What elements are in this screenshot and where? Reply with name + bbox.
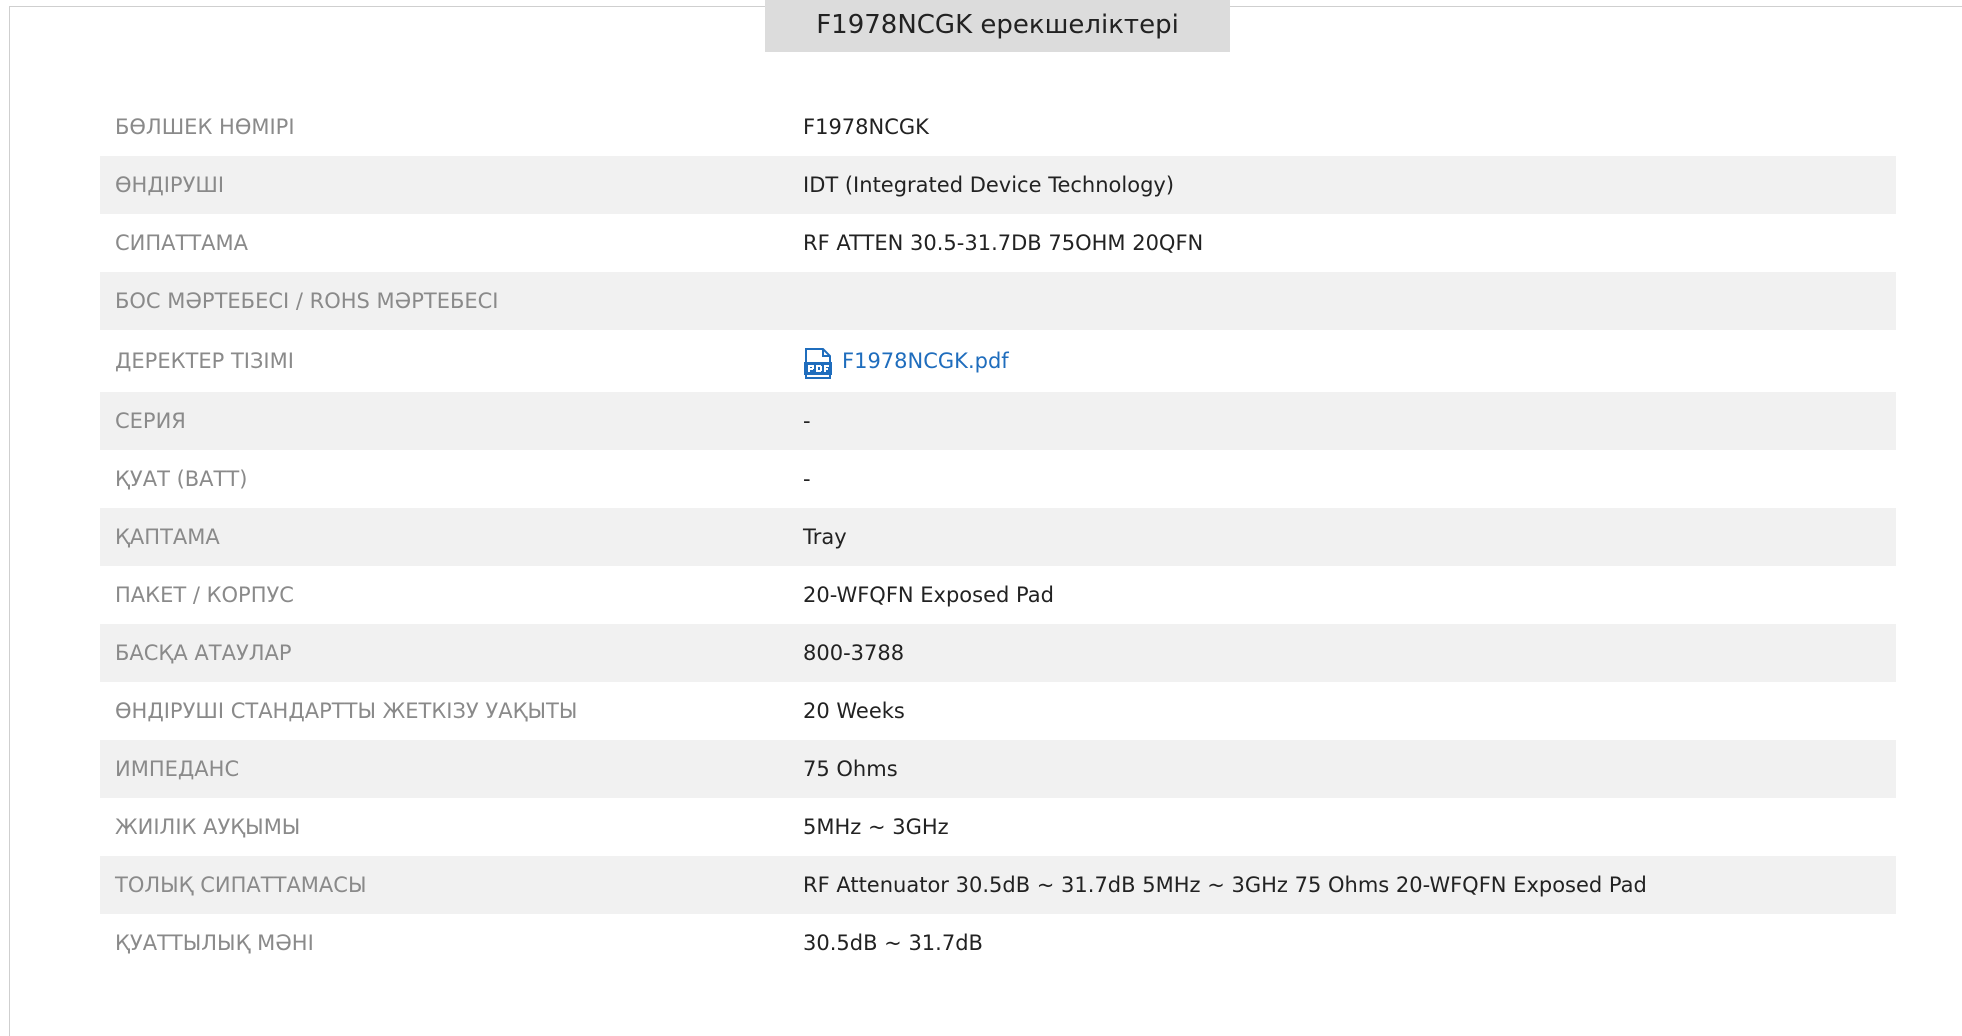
spec-label: ӨНДІРУШІ СТАНДАРТТЫ ЖЕТКІЗУ УАҚЫТЫ xyxy=(115,699,578,723)
spec-value: F1978NCGK xyxy=(803,115,929,139)
spec-row-package-case: ПАКЕТ / КОРПУС 20-WFQFN Exposed Pad xyxy=(100,566,1896,624)
spec-label: ҚУАТ (ВАТТ) xyxy=(115,467,248,491)
spec-label: СИПАТТАМА xyxy=(115,231,249,255)
spec-label: ИМПЕДАНС xyxy=(115,757,240,781)
spec-label: ҚУАТТЫЛЫҚ МӘНІ xyxy=(115,931,314,955)
spec-value: 5MHz ~ 3GHz xyxy=(803,815,949,839)
spec-row-attenuation-value: ҚУАТТЫЛЫҚ МӘНІ 30.5dB ~ 31.7dB xyxy=(100,914,1896,972)
spec-label: ТОЛЫҚ СИПАТТАМАСЫ xyxy=(115,873,367,897)
pdf-icon xyxy=(803,347,833,379)
spec-label: ПАКЕТ / КОРПУС xyxy=(115,583,294,607)
spec-row-datasheet: ДЕРЕКТЕР ТІЗІМІ F1978NCGK.pdf xyxy=(100,330,1896,392)
spec-label: СЕРИЯ xyxy=(115,409,186,433)
datasheet-link[interactable]: F1978NCGK.pdf xyxy=(803,346,1009,379)
spec-value: RF ATTEN 30.5-31.7DB 75OHM 20QFN xyxy=(803,231,1204,255)
spec-row-packaging: ҚАПТАМА Tray xyxy=(100,508,1896,566)
spec-label: БАСҚА АТАУЛАР xyxy=(115,641,292,665)
specs-panel: F1978NCGK ерекшеліктері БӨЛШЕК НӨМІРІ F1… xyxy=(9,0,1962,1036)
spec-row-full-description: ТОЛЫҚ СИПАТТАМАСЫ RF Attenuator 30.5dB ~… xyxy=(100,856,1896,914)
spec-label: ӨНДІРУШІ xyxy=(115,173,225,197)
spec-value: F1978NCGK.pdf xyxy=(803,346,1896,379)
spec-label: БОС МӘРТЕБЕСІ / ROHS МӘРТЕБЕСІ xyxy=(115,289,499,313)
spec-row-part-number: БӨЛШЕК НӨМІРІ F1978NCGK xyxy=(100,98,1896,156)
spec-label: БӨЛШЕК НӨМІРІ xyxy=(115,115,295,139)
spec-value: 20-WFQFN Exposed Pad xyxy=(803,583,1054,607)
spec-value: Tray xyxy=(803,525,847,549)
spec-value: 800-3788 xyxy=(803,641,905,665)
datasheet-link-label: F1978NCGK.pdf xyxy=(842,349,1009,373)
spec-value: 75 Ohms xyxy=(803,757,898,781)
spec-label: ЖИІЛІК АУҚЫМЫ xyxy=(115,815,301,839)
spec-row-power: ҚУАТ (ВАТТ) - xyxy=(100,450,1896,508)
spec-value: 30.5dB ~ 31.7dB xyxy=(803,931,983,955)
spec-label: ДЕРЕКТЕР ТІЗІМІ xyxy=(115,349,294,373)
spec-row-other-names: БАСҚА АТАУЛАР 800-3788 xyxy=(100,624,1896,682)
spec-table: БӨЛШЕК НӨМІРІ F1978NCGK ӨНДІРУШІ IDT (In… xyxy=(100,98,1896,972)
panel-title: F1978NCGK ерекшеліктері xyxy=(765,0,1230,52)
spec-row-frequency-range: ЖИІЛІК АУҚЫМЫ 5MHz ~ 3GHz xyxy=(100,798,1896,856)
spec-value: 20 Weeks xyxy=(803,699,905,723)
spec-row-lead-time: ӨНДІРУШІ СТАНДАРТТЫ ЖЕТКІЗУ УАҚЫТЫ 20 We… xyxy=(100,682,1896,740)
spec-row-description: СИПАТТАМА RF ATTEN 30.5-31.7DB 75OHM 20Q… xyxy=(100,214,1896,272)
spec-value: - xyxy=(803,409,811,433)
spec-row-series: СЕРИЯ - xyxy=(100,392,1896,450)
spec-row-rohs-status: БОС МӘРТЕБЕСІ / ROHS МӘРТЕБЕСІ xyxy=(100,272,1896,330)
spec-row-manufacturer: ӨНДІРУШІ IDT (Integrated Device Technolo… xyxy=(100,156,1896,214)
spec-label: ҚАПТАМА xyxy=(115,525,220,549)
spec-value: RF Attenuator 30.5dB ~ 31.7dB 5MHz ~ 3GH… xyxy=(803,873,1647,897)
spec-row-impedance: ИМПЕДАНС 75 Ohms xyxy=(100,740,1896,798)
spec-value: - xyxy=(803,467,811,491)
spec-value: IDT (Integrated Device Technology) xyxy=(803,173,1175,197)
